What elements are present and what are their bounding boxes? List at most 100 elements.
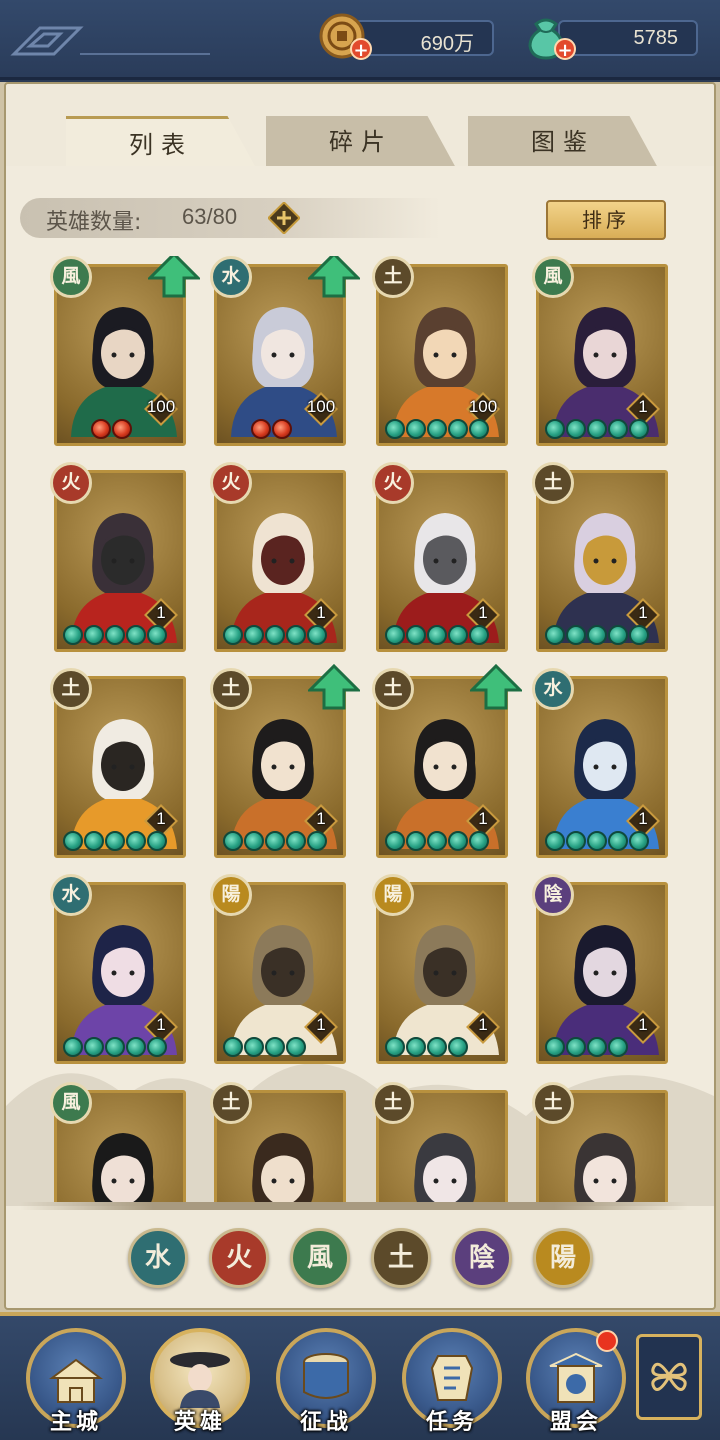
list-bottom-divider [20, 1202, 688, 1210]
star-gem-icon [244, 1037, 264, 1057]
star-gem-icon [223, 1037, 243, 1057]
star-gem-icon [105, 1037, 125, 1057]
star-gem-icon [608, 419, 628, 439]
nav-scroll-bell-button[interactable]: 任务 [398, 1328, 506, 1436]
star-gem-icon [84, 625, 104, 645]
nav-label: 英雄 [173, 1410, 226, 1435]
star-gem-icon [587, 1037, 607, 1057]
coin-counter: 690万 [354, 20, 494, 56]
hero-star-rating [63, 625, 167, 645]
element-wind-icon: 風 [50, 1082, 92, 1124]
star-gem-icon [566, 831, 586, 851]
star-gem-icon [63, 1037, 83, 1057]
star-gem-icon [244, 831, 264, 851]
star-gem-icon [545, 625, 565, 645]
tab-list[interactable]: 列表 [66, 116, 256, 168]
star-gem-icon [545, 419, 565, 439]
star-gem-icon [469, 831, 489, 851]
nav-palace-button[interactable]: 主城 [22, 1328, 130, 1436]
star-gem-icon [91, 419, 111, 439]
star-gem-icon [105, 625, 125, 645]
tab-codex[interactable]: 图鉴 [468, 116, 658, 168]
hero-level: 1 [638, 603, 648, 622]
hero-star-rating [223, 1037, 306, 1057]
nav-hero-portrait-button[interactable]: 英雄 [146, 1328, 254, 1436]
star-gem-icon [63, 831, 83, 851]
hero-star-rating [251, 419, 292, 439]
filter-water-button[interactable]: 水 [128, 1228, 188, 1288]
hero-level: 1 [478, 603, 488, 622]
star-gem-icon [223, 625, 243, 645]
upgrade-arrow-icon [308, 256, 360, 298]
star-gem-icon [147, 831, 167, 851]
filter-fire-button[interactable]: 火 [209, 1228, 269, 1288]
element-wind-icon: 風 [532, 256, 574, 298]
plus-icon[interactable] [268, 202, 300, 234]
hero-star-rating [91, 419, 132, 439]
element-fire-icon: 火 [50, 462, 92, 504]
star-gem-icon [307, 831, 327, 851]
upgrade-arrow-icon [148, 256, 200, 298]
hero-star-rating [63, 1037, 167, 1057]
filter-yin-button[interactable]: 陰 [452, 1228, 512, 1288]
star-gem-icon [545, 831, 565, 851]
star-gem-icon [587, 625, 607, 645]
star-gem-icon [385, 419, 405, 439]
scroll-bell-icon [430, 1355, 474, 1401]
more-menu-button[interactable] [636, 1334, 702, 1420]
element-earth-icon: 土 [532, 1082, 574, 1124]
sort-button[interactable]: 排序 [546, 200, 666, 240]
hero-level: 1 [156, 603, 166, 622]
star-gem-icon [629, 831, 649, 851]
notification-dot [596, 1330, 618, 1352]
star-gem-icon [307, 625, 327, 645]
hero-level: 1 [638, 397, 648, 416]
star-gem-icon [385, 625, 405, 645]
filter-earth-button[interactable]: 土 [371, 1228, 431, 1288]
hero-star-rating [385, 831, 489, 851]
element-earth-icon: 土 [372, 1082, 414, 1124]
star-gem-icon [566, 419, 586, 439]
add-jade-button[interactable]: + [554, 38, 576, 61]
element-wind-icon: 風 [50, 256, 92, 298]
star-gem-icon [608, 831, 628, 851]
hero-level: 100 [146, 397, 176, 416]
tab-fragments[interactable]: 碎片 [266, 116, 456, 168]
hero-level: 1 [478, 809, 488, 828]
star-gem-icon [147, 1037, 167, 1057]
element-water-icon: 水 [532, 668, 574, 710]
jade-counter: 5785 [558, 20, 698, 56]
star-gem-icon [427, 419, 447, 439]
hero-level: 1 [316, 603, 326, 622]
star-gem-icon [566, 1037, 586, 1057]
hero-star-rating [545, 625, 649, 645]
add-coin-button[interactable]: + [350, 38, 372, 61]
star-gem-icon [427, 831, 447, 851]
nav-war-drum-button[interactable]: 征战 [272, 1328, 380, 1436]
filter-wind-button[interactable]: 風 [290, 1228, 350, 1288]
star-gem-icon [105, 831, 125, 851]
palace-icon [49, 1358, 103, 1403]
star-gem-icon [223, 831, 243, 851]
star-gem-icon [265, 625, 285, 645]
hero-level: 1 [156, 1015, 166, 1034]
hero-level: 1 [316, 1015, 326, 1034]
star-gem-icon [427, 1037, 447, 1057]
star-gem-icon [448, 625, 468, 645]
coin-value: 690万 [420, 33, 474, 55]
star-gem-icon [427, 625, 447, 645]
element-yang-icon: 陽 [372, 874, 414, 916]
star-gem-icon [63, 625, 83, 645]
star-gem-icon [566, 625, 586, 645]
element-yang-icon: 陽 [210, 874, 252, 916]
element-fire-icon: 火 [372, 462, 414, 504]
hero-level: 100 [306, 397, 336, 416]
hero-level: 1 [478, 1015, 488, 1034]
star-gem-icon [147, 625, 167, 645]
star-gem-icon [385, 1037, 405, 1057]
hero-count-label: 英雄数量: [46, 210, 142, 235]
upgrade-arrow-icon [308, 664, 360, 710]
star-gem-icon [286, 625, 306, 645]
star-gem-icon [286, 1037, 306, 1057]
filter-yang-button[interactable]: 陽 [533, 1228, 593, 1288]
